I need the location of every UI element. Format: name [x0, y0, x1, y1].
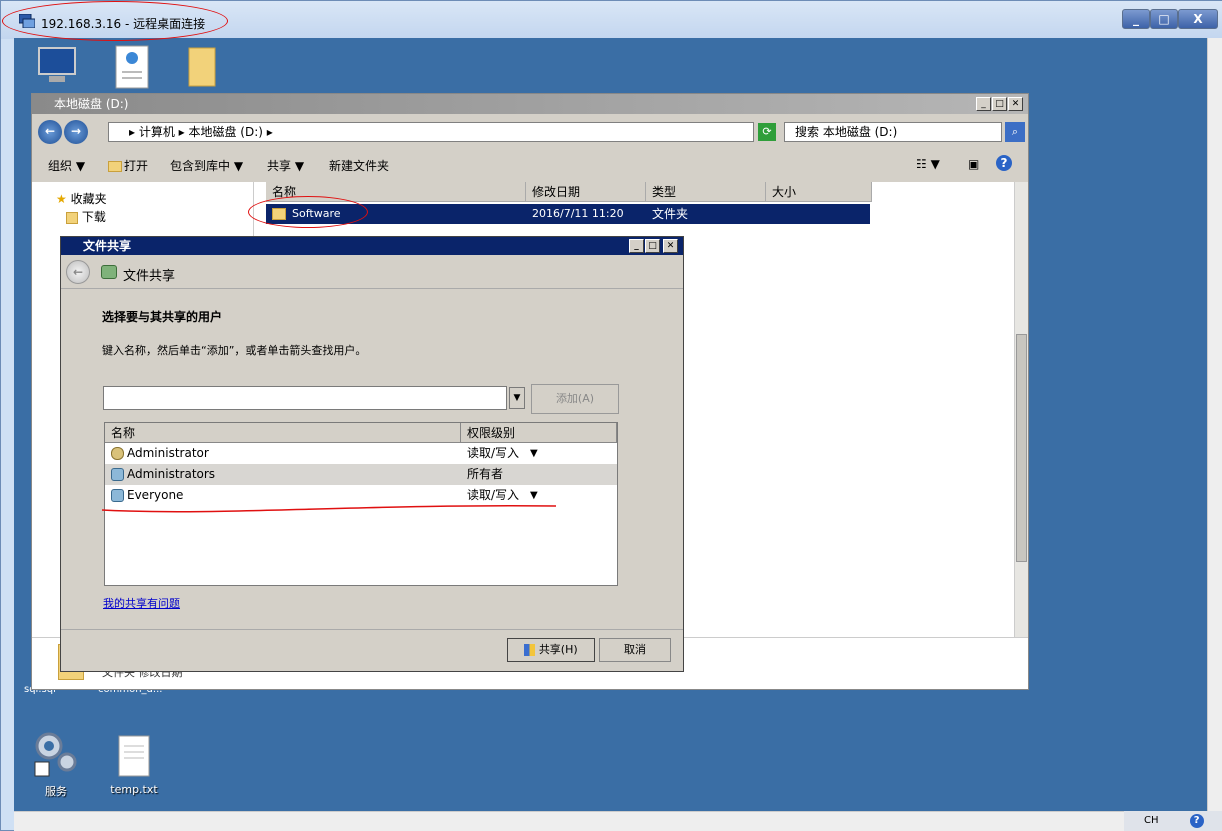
share-minimize-button[interactable]: _: [629, 239, 644, 253]
minimize-button[interactable]: _: [1122, 9, 1150, 29]
annotation-ellipse-title: [2, 1, 228, 41]
explorer-close-button[interactable]: ✕: [1008, 97, 1023, 111]
chevron-down-icon[interactable]: ▼: [509, 387, 525, 409]
cancel-button[interactable]: 取消: [599, 638, 671, 662]
desktop-vertical-scrollbar[interactable]: [1207, 38, 1222, 811]
share-button-label: 共享(H): [538, 643, 578, 656]
favorites-label: 收藏夹: [70, 192, 107, 206]
view-options-icon[interactable]: ☷ ▼: [916, 157, 940, 171]
file-row-type: 文件夹: [652, 207, 689, 221]
explorer-maximize-button[interactable]: □: [992, 97, 1007, 111]
star-icon: ★: [56, 192, 67, 206]
column-type[interactable]: 类型: [646, 182, 766, 202]
share-user-row[interactable]: Administrators 所有者: [105, 464, 617, 485]
open-button[interactable]: 打开: [108, 157, 148, 174]
computer-desktop-icon[interactable]: [32, 44, 82, 91]
downloads-label: 下载: [81, 210, 106, 224]
share-dialog-heading: 文件共享: [123, 269, 176, 284]
sharing-problems-link[interactable]: 我的共享有问题: [103, 595, 180, 611]
explorer-title: 本地磁盘 (D:): [54, 97, 129, 111]
new-folder-button[interactable]: 新建文件夹: [329, 157, 389, 174]
search-input[interactable]: 搜索 本地磁盘 (D:): [784, 122, 1002, 142]
share-dialog-title: 文件共享: [83, 239, 132, 253]
annotation-underline-everyone: [101, 505, 557, 513]
users-icon: [101, 265, 117, 279]
favorites-item[interactable]: ★ 收藏夹: [56, 190, 107, 207]
help-icon[interactable]: ?: [996, 155, 1012, 171]
file-list-scrollbar[interactable]: [1014, 182, 1028, 637]
share-prompt-text: 选择要与其共享的用户: [102, 310, 223, 324]
user-permission[interactable]: 读取/写入: [467, 443, 519, 464]
include-in-library-menu[interactable]: 包含到库中 ▼: [170, 157, 243, 174]
folder-icon: [188, 47, 216, 87]
user-name: Administrators: [127, 467, 216, 481]
user-name-input[interactable]: [103, 386, 507, 410]
user-name: Administrator: [127, 446, 209, 460]
help-icon[interactable]: ?: [1189, 814, 1204, 828]
language-indicator[interactable]: CH: [1144, 815, 1159, 826]
annotation-ellipse-software: [248, 196, 368, 228]
share-user-row[interactable]: Administrator 读取/写入 ▼: [105, 443, 617, 464]
file-row-modified: 2016/7/11 11:20: [532, 207, 624, 220]
scroll-thumb[interactable]: [1016, 334, 1027, 562]
monitor-icon: [38, 47, 76, 82]
back-arrow-icon[interactable]: ←: [38, 120, 62, 144]
text-file-icon: [118, 735, 150, 777]
services-label: 服务: [45, 785, 67, 798]
column-modified[interactable]: 修改日期: [526, 182, 646, 202]
share-menu[interactable]: 共享 ▼: [267, 157, 304, 174]
user-icon: [111, 447, 124, 460]
organize-menu[interactable]: 组织 ▼: [48, 157, 85, 174]
services-desktop-icon[interactable]: 服务: [24, 728, 88, 799]
forward-arrow-icon[interactable]: →: [64, 120, 88, 144]
column-name[interactable]: 名称: [105, 423, 461, 443]
open-icon: [108, 161, 122, 172]
back-arrow-icon[interactable]: ←: [66, 260, 90, 284]
address-bar[interactable]: ▸ 计算机 ▸ 本地磁盘 (D:) ▸: [108, 122, 754, 142]
share-dialog-footer: 共享(H) 取消: [61, 629, 683, 671]
document-icon: [115, 45, 149, 89]
temp-txt-desktop-icon[interactable]: temp.txt: [104, 734, 164, 796]
share-button[interactable]: 共享(H): [507, 638, 595, 662]
shield-icon: [524, 644, 536, 656]
file-sharing-dialog: 文件共享 _ □ ✕ ← 文件共享 选择要与其共享的用户 键入名称，然后单击“添…: [60, 236, 684, 672]
downloads-item[interactable]: 下载: [66, 208, 106, 225]
close-button[interactable]: X: [1178, 9, 1218, 29]
explorer-titlebar: 本地磁盘 (D:) _ □ ✕: [32, 94, 1028, 114]
temp-txt-label: temp.txt: [110, 783, 158, 796]
search-icon[interactable]: ⌕: [1005, 122, 1025, 142]
desktop-horizontal-scrollbar[interactable]: [14, 811, 1207, 831]
share-close-button[interactable]: ✕: [663, 239, 678, 253]
preview-pane-icon[interactable]: ▣: [968, 157, 979, 171]
share-dialog-body: 选择要与其共享的用户 键入名称，然后单击“添加”，或者单击箭头查找用户。 ▼ 添…: [65, 289, 679, 629]
chevron-down-icon[interactable]: ▼: [530, 443, 538, 464]
column-permission[interactable]: 权限级别: [461, 423, 617, 443]
gears-icon: [34, 732, 77, 777]
maximize-button[interactable]: □: [1150, 9, 1178, 29]
refresh-icon[interactable]: ⟳: [758, 123, 776, 141]
downloads-icon: [66, 211, 78, 224]
share-hint-text: 键入名称，然后单击“添加”，或者单击箭头查找用户。: [102, 344, 367, 357]
share-dialog-header: ← 文件共享: [61, 255, 683, 289]
system-tray: CH ?: [1124, 811, 1222, 831]
folder-desktop-icon[interactable]: [182, 44, 222, 91]
explorer-address-row: ← → ▸ 计算机 ▸ 本地磁盘 (D:) ▸ ⟳ 搜索 本地磁盘 (D:) ⌕: [32, 114, 1028, 146]
share-dialog-titlebar: 文件共享 _ □ ✕: [61, 237, 683, 255]
add-button[interactable]: 添加(A): [531, 384, 619, 414]
network-file-desktop-icon[interactable]: [110, 44, 154, 93]
explorer-toolbar: 组织 ▼ 打开 包含到库中 ▼ 共享 ▼ 新建文件夹 ☷ ▼ ▣ ?: [32, 146, 1028, 182]
column-size[interactable]: 大小: [766, 182, 872, 202]
open-label: 打开: [124, 159, 149, 173]
share-maximize-button[interactable]: □: [645, 239, 660, 253]
user-permission: 所有者: [467, 467, 504, 481]
explorer-minimize-button[interactable]: _: [976, 97, 991, 111]
group-icon: [111, 468, 124, 481]
